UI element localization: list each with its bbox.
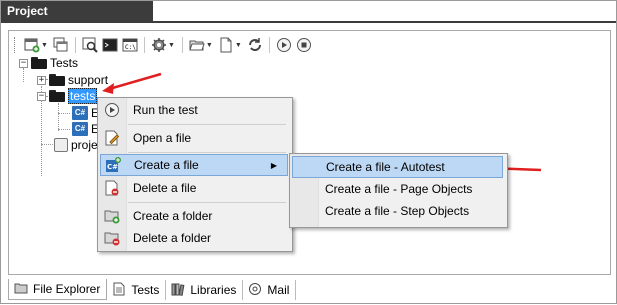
run-icon xyxy=(103,101,121,119)
menu-item-open-file[interactable]: Open a file xyxy=(100,127,288,149)
tab-mail[interactable]: Mail xyxy=(243,280,297,300)
tab-tests[interactable]: Tests xyxy=(107,280,167,300)
delete-file-icon xyxy=(103,179,121,197)
file-explorer-icon xyxy=(14,281,28,298)
tab-label: Libraries xyxy=(190,283,237,297)
menu-item-label: Create a file xyxy=(134,158,199,172)
menu-item-delete-folder[interactable]: Delete a folder xyxy=(100,227,288,249)
menu-item-label: Create a file - Page Objects xyxy=(325,182,473,196)
menu-item-label: Run the test xyxy=(133,103,198,117)
project-window: Project ▼ C:\ ▼ ▼ ▼ − Tests + support − … xyxy=(0,0,617,304)
libraries-icon xyxy=(171,282,185,299)
menu-separator xyxy=(128,202,286,203)
menu-item-label: Create a file - Step Objects xyxy=(325,204,470,218)
menu-item-label: Create a file - Autotest xyxy=(326,160,445,174)
submenu-arrow-icon: ▶ xyxy=(270,160,277,170)
submenu-item-autotest[interactable]: Create a file - Autotest xyxy=(292,156,503,178)
svg-text:C#: C# xyxy=(107,163,118,171)
tab-label: Tests xyxy=(131,283,160,297)
tab-libraries[interactable]: Libraries xyxy=(166,280,244,300)
menu-item-label: Open a file xyxy=(133,131,192,145)
context-menu: Run the test Open a file C# Create a fil… xyxy=(97,97,293,252)
menu-item-run-test[interactable]: Run the test xyxy=(100,99,288,121)
tab-label: Mail xyxy=(267,283,290,297)
menu-item-create-folder[interactable]: Create a folder xyxy=(100,205,288,227)
bottom-tab-bar: File Explorer Tests Libraries Mail xyxy=(8,279,297,300)
mail-icon xyxy=(248,282,262,299)
tab-label: File Explorer xyxy=(33,282,101,296)
create-file-submenu: Create a file - Autotest Create a file -… xyxy=(289,153,508,228)
menu-item-label: Delete a file xyxy=(133,181,197,195)
tests-icon xyxy=(112,282,126,299)
edit-file-icon xyxy=(103,129,121,147)
submenu-item-page-objects[interactable]: Create a file - Page Objects xyxy=(292,178,503,200)
submenu-item-step-objects[interactable]: Create a file - Step Objects xyxy=(292,200,503,222)
menu-separator xyxy=(128,152,286,153)
menu-item-label: Delete a folder xyxy=(133,231,212,245)
tab-file-explorer[interactable]: File Explorer xyxy=(8,279,108,300)
menu-item-label: Create a folder xyxy=(133,209,213,223)
menu-item-delete-file[interactable]: Delete a file xyxy=(100,177,288,199)
create-folder-icon xyxy=(103,207,121,225)
create-file-icon: C# xyxy=(104,156,122,174)
menu-separator xyxy=(128,124,286,125)
menu-item-create-file[interactable]: C# Create a file ▶ xyxy=(100,154,288,176)
delete-folder-icon xyxy=(103,229,121,247)
